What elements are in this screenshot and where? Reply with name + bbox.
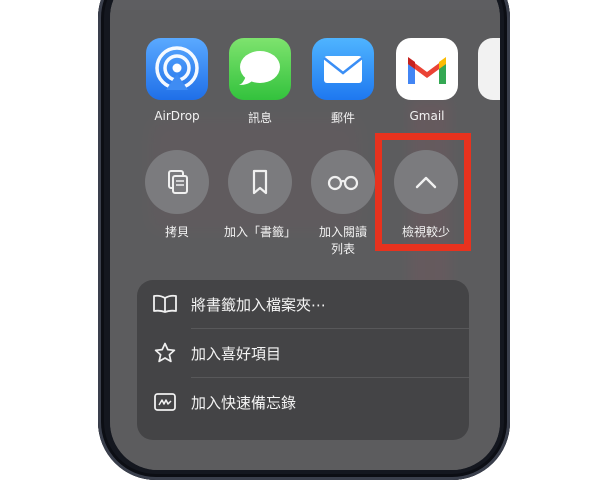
- action-menu: 將書籤加入檔案夾⋯ 加入喜好項目 加入快速備忘錄: [137, 280, 469, 440]
- menu-label-add-quick-note: 加入快速備忘錄: [191, 393, 297, 412]
- menu-item-add-bookmark-to-folder[interactable]: 將書籤加入檔案夾⋯: [137, 280, 469, 328]
- menu-item-add-favorites[interactable]: 加入喜好項目: [137, 329, 469, 377]
- app-next-partial[interactable]: [478, 38, 500, 100]
- airdrop-icon: [146, 38, 208, 100]
- menu-label-add-favorites: 加入喜好項目: [191, 344, 282, 363]
- highlight-box: [375, 133, 471, 251]
- gmail-icon: [396, 38, 458, 100]
- bookmark-icon: [228, 150, 292, 214]
- action-label-reading-list-line1: 加入閱讀: [318, 225, 367, 239]
- action-copy[interactable]: 拷貝: [135, 150, 219, 241]
- menu-item-add-quick-note[interactable]: 加入快速備忘錄: [137, 378, 469, 426]
- action-add-reading-list[interactable]: 加入閱讀 列表: [301, 150, 385, 258]
- action-label-reading-list: 加入閱讀 列表: [301, 224, 385, 258]
- action-label-bookmark: 加入「書籤」: [223, 225, 296, 239]
- star-icon: [151, 341, 179, 365]
- app-airdrop[interactable]: AirDrop: [140, 38, 214, 123]
- book-icon: [151, 292, 179, 316]
- copy-icon: [145, 150, 209, 214]
- app-label-messages: 訊息: [247, 111, 272, 125]
- action-add-bookmark[interactable]: 加入「書籤」: [218, 150, 302, 241]
- menu-label-add-bookmark-to-folder: 將書籤加入檔案夾⋯: [191, 295, 327, 314]
- reading-list-icon: [311, 150, 375, 214]
- app-messages[interactable]: 訊息: [223, 38, 297, 126]
- mail-icon: [312, 38, 374, 100]
- app-label-mail: 郵件: [330, 111, 355, 125]
- action-label-copy: 拷貝: [164, 225, 189, 239]
- app-label-gmail: Gmail: [409, 109, 445, 123]
- quick-note-icon: [151, 390, 179, 414]
- messages-icon: [229, 38, 291, 100]
- action-label-reading-list-line2: 列表: [330, 242, 355, 256]
- app-gmail[interactable]: Gmail: [390, 38, 464, 123]
- app-mail[interactable]: 郵件: [306, 38, 380, 126]
- app-label-airdrop: AirDrop: [154, 109, 200, 123]
